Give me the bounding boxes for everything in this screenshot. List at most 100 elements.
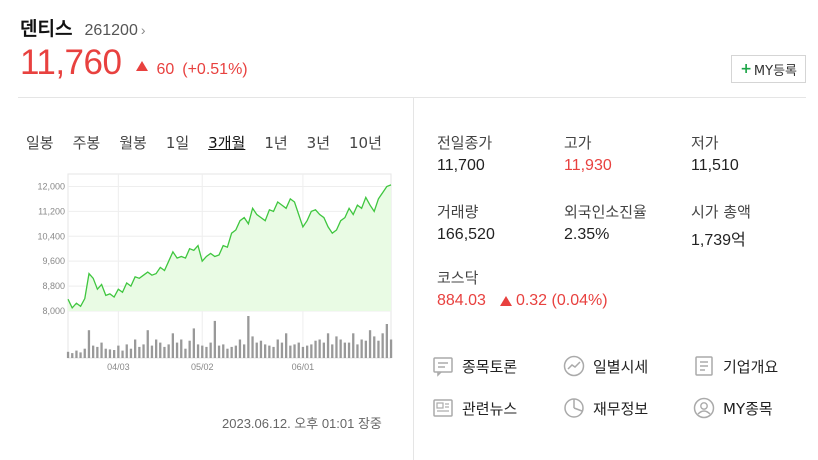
up-triangle-icon [499, 296, 512, 306]
link-my-stock[interactable]: MY종목 [693, 397, 773, 419]
volume-bar [259, 340, 263, 358]
volume-bar [159, 342, 162, 358]
volume-bar [347, 342, 351, 358]
stock-code[interactable]: 261200 [84, 22, 137, 39]
tab-period[interactable]: 1년 [264, 132, 287, 153]
price-change: 60 [156, 61, 175, 78]
y-tick-label: 8,800 [42, 281, 65, 291]
volume-bar [171, 333, 174, 358]
volume-bar [180, 339, 183, 358]
link-label[interactable]: 기업개요 [723, 356, 778, 377]
kosdaq-value: 884.03 [437, 292, 486, 309]
link-label[interactable]: 재무정보 [593, 398, 648, 419]
stat-label: 거래량 [437, 203, 479, 221]
volume-bar [129, 348, 133, 358]
tab-period[interactable]: 10년 [349, 132, 382, 153]
up-triangle-icon [136, 61, 149, 71]
link-label[interactable]: 종목토론 [462, 356, 517, 377]
volume-bar [222, 344, 225, 358]
volume-bar [184, 348, 187, 358]
volume-bar [125, 344, 128, 358]
current-price: 11,760 [20, 43, 122, 82]
y-tick-label: 8,000 [42, 306, 65, 316]
newspaper-icon [433, 399, 453, 417]
user-icon [693, 397, 715, 419]
stat-volume: 거래량 166,520 [437, 201, 567, 244]
volume-bar [92, 345, 95, 358]
volume-bar [142, 344, 145, 358]
volume-bar [326, 333, 330, 358]
link-discussion[interactable]: 종목토론 [432, 355, 517, 377]
stat-value: 2.35% [564, 226, 610, 243]
timestamp: 2023.06.12. 오후 01:01 장중 [222, 416, 382, 431]
chat-icon [433, 357, 453, 377]
volume-bar [364, 340, 367, 358]
stat-prev-close: 전일종가 11,700 [437, 132, 567, 175]
volume-bar [66, 351, 70, 358]
volume-bar [243, 344, 246, 358]
my-register-label: MY등록 [753, 63, 797, 79]
link-label[interactable]: 일별시세 [593, 356, 648, 377]
volume-bar [87, 330, 91, 358]
volume-bar [108, 349, 112, 358]
volume-bar [155, 339, 158, 358]
volume-bar [201, 345, 204, 358]
stock-code-link[interactable]: 261200 › [84, 22, 145, 40]
volume-bar [71, 353, 74, 358]
stat-value: 11,930 [564, 157, 612, 174]
my-register-button[interactable]: + MY등록 [731, 55, 806, 83]
y-tick-label: 10,400 [37, 231, 65, 241]
y-tick-label: 9,600 [42, 256, 65, 266]
volume-bar [247, 316, 250, 358]
volume-bar [163, 346, 166, 358]
volume-bar [255, 342, 258, 358]
stat-value: 11,700 [437, 157, 485, 174]
tab-period[interactable]: 주봉 [73, 132, 101, 153]
tab-period[interactable]: 일봉 [26, 132, 54, 153]
volume-bar [343, 342, 346, 358]
volume-bar [331, 344, 334, 358]
volume-bar [205, 346, 208, 358]
volume-bar [217, 345, 221, 358]
volume-bar [268, 345, 271, 358]
volume-bar [226, 348, 229, 358]
volume-bar [192, 328, 195, 358]
volume-bar [335, 336, 338, 358]
volume-bar [196, 344, 200, 358]
divider-vertical [413, 98, 414, 460]
tab-period[interactable]: 1일 [166, 132, 189, 153]
volume-bar [306, 345, 309, 358]
kosdaq-change: 0.32 (0.04%) [515, 292, 608, 309]
volume-bar [121, 350, 124, 358]
link-label[interactable]: MY종목 [723, 398, 773, 419]
link-label[interactable]: 관련뉴스 [462, 398, 517, 419]
link-company-overview[interactable]: 기업개요 [693, 355, 778, 377]
volume-bar [79, 352, 82, 358]
volume-bar [373, 336, 376, 358]
period-tabs: 일봉 주봉 월봉 1일 3개월 1년 3년 10년 [26, 132, 382, 153]
stat-label: 외국인소진율 [564, 203, 647, 221]
volume-bar [360, 339, 363, 358]
tab-period[interactable]: 월봉 [119, 132, 147, 153]
tab-period[interactable]: 3년 [307, 132, 330, 153]
volume-bar [318, 339, 321, 358]
stat-low: 저가 11,510 [691, 132, 818, 175]
stat-label: 고가 [564, 134, 592, 152]
link-daily-price[interactable]: 일별시세 [563, 355, 648, 377]
volume-bar [75, 350, 78, 358]
tab-period-active[interactable]: 3개월 [208, 132, 245, 153]
volume-bar [134, 339, 137, 358]
volume-bar [322, 342, 325, 358]
volume-bar [234, 345, 237, 358]
y-tick-label: 11,200 [38, 206, 65, 216]
chevron-right-icon[interactable]: › [141, 22, 146, 38]
volume-bar [276, 339, 279, 358]
volume-bar [377, 340, 380, 358]
link-related-news[interactable]: 관련뉴스 [432, 397, 517, 419]
price-chart[interactable]: 12,000 11,200 10,400 9,600 8,800 8,000 04/03 05… [30, 162, 395, 377]
link-financial-info[interactable]: 재무정보 [563, 397, 648, 419]
y-tick-label: 12,000 [37, 181, 65, 191]
volume-bar [209, 342, 212, 358]
plus-icon: + [740, 61, 752, 77]
divider [18, 97, 806, 98]
